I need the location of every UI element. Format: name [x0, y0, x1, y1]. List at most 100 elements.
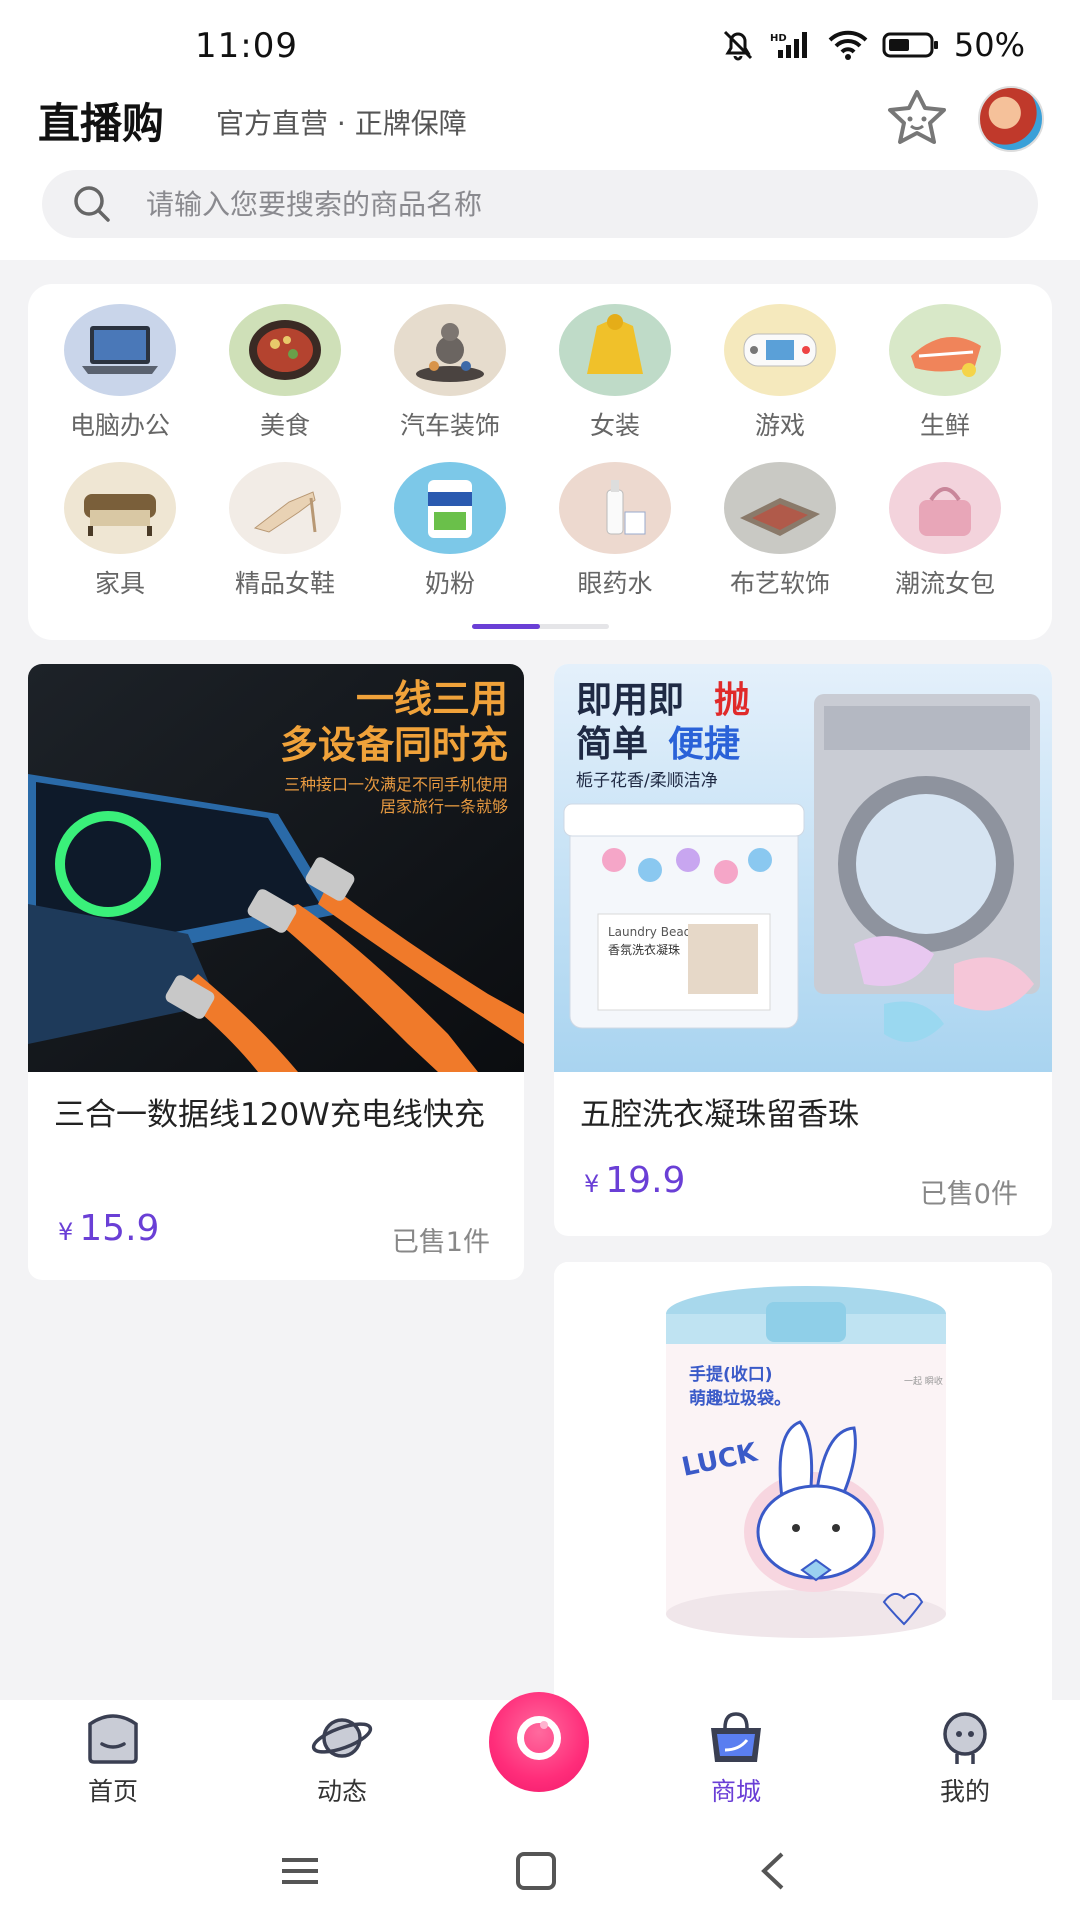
status-time: 11:09 [195, 26, 298, 66]
currency-symbol: ¥ [584, 1170, 600, 1198]
beads-headline-1b: 抛 [714, 680, 750, 721]
category-milk-powder[interactable]: 奶粉 [380, 462, 520, 600]
price-value: 19.9 [605, 1160, 686, 1201]
live-camera-icon [517, 1716, 561, 1760]
category-label: 布艺软饰 [729, 569, 830, 598]
category-fabric-decor[interactable]: 布艺软饰 [710, 462, 850, 600]
beads-headline-1a: 即用即 [576, 680, 684, 721]
category-games[interactable]: 游戏 [710, 304, 850, 442]
cable-headline-2: 多设备同时充 [280, 723, 508, 767]
planet-icon [311, 1718, 373, 1758]
profile-icon [943, 1712, 987, 1764]
wifi-icon [828, 30, 868, 60]
product-image-trash-bags: 手提(收口) 萌趣垃圾袋。 一起 瞬收 LUCK [554, 1262, 1052, 1700]
search-input[interactable] [146, 170, 1006, 238]
nav-label: 商城 [710, 1777, 761, 1806]
product-title: 三合一数据线120W充电线快充 [54, 1097, 485, 1133]
category-partial-2[interactable]: 宠 [1040, 462, 1052, 600]
shopping-bag-icon [711, 1712, 761, 1762]
category-furniture[interactable]: 家具 [50, 462, 190, 600]
category-eye-drops[interactable]: 眼药水 [545, 462, 685, 600]
category-womens-wear[interactable]: 女装 [545, 304, 685, 442]
mute-bell-icon [723, 30, 752, 61]
trash-bag-label-2: 萌趣垃圾袋。 [689, 1388, 791, 1409]
category-car-decor[interactable]: 汽车装饰 [380, 304, 520, 442]
product-image-laundry-beads: 即用即 抛 简单 便捷 栀子花香/柔顺洁净 Laundry Beads 香氛洗衣… [554, 664, 1052, 1072]
home-square-icon[interactable] [506, 1846, 566, 1896]
category-label: 游戏 [754, 411, 805, 440]
signal-icon: HD [770, 32, 807, 58]
avatar[interactable] [978, 86, 1044, 152]
category-label: 汽车装饰 [399, 411, 500, 440]
category-food[interactable]: 美食 [215, 304, 355, 442]
category-label: 奶粉 [424, 569, 475, 598]
category-label: 潮流女包 [894, 569, 995, 598]
product-title: 五腔洗衣凝珠留香珠 [580, 1097, 859, 1133]
product-card[interactable]: 一线三用 多设备同时充 三种接口一次满足不同手机使用 居家旅行一条就够 三合一数… [28, 664, 524, 1280]
currency-symbol: ¥ [58, 1218, 74, 1246]
category-label: 女装 [589, 411, 640, 440]
status-bar: 11:09 HD 50% [0, 0, 1080, 80]
sold-count: 已售0件 [919, 1179, 1018, 1210]
nav-home[interactable]: 首页 [53, 1710, 173, 1808]
page-indicator [472, 624, 609, 629]
milk-powder-image [394, 462, 506, 554]
category-womens-bags[interactable]: 潮流女包 [875, 462, 1015, 600]
fresh-food-image [889, 304, 1001, 396]
product-card[interactable]: 即用即 抛 简单 便捷 栀子花香/柔顺洁净 Laundry Beads 香氛洗衣… [554, 664, 1052, 1236]
page-subtitle: 官方直营 · 正牌保障 [216, 107, 467, 140]
category-label: 电脑办公 [69, 411, 170, 440]
product-card[interactable]: 手提(收口) 萌趣垃圾袋。 一起 瞬收 LUCK [554, 1262, 1052, 1700]
car-decor-image [394, 304, 506, 396]
nav-label: 我的 [939, 1777, 990, 1806]
home-icon [88, 1714, 138, 1764]
search-icon [74, 186, 110, 222]
sold-count: 已售1件 [391, 1227, 490, 1258]
trash-bag-side-label: 一起 瞬收 [904, 1375, 943, 1387]
category-label: 宠 [1040, 564, 1052, 600]
product-price: ¥15.9 [58, 1208, 159, 1249]
game-console-image [724, 304, 836, 396]
page-indicator-active [472, 624, 540, 629]
product-price: ¥19.9 [584, 1160, 685, 1201]
svg-text:HD: HD [770, 33, 787, 44]
handbag-image [889, 462, 1001, 554]
nav-profile[interactable]: 我的 [905, 1710, 1025, 1808]
nav-label: 动态 [316, 1777, 367, 1806]
category-partial[interactable]: 车 [1040, 304, 1052, 442]
nav-dynamic[interactable]: 动态 [282, 1710, 402, 1808]
category-label: 美食 [259, 411, 310, 440]
nav-mall[interactable]: 商城 [676, 1710, 796, 1808]
category-grid: 电脑办公 美食 汽车装饰 女装 游戏 生鲜 车 [28, 284, 1052, 640]
category-label: 车 [1040, 406, 1052, 442]
rug-image [724, 462, 836, 554]
category-label: 精品女鞋 [234, 569, 335, 598]
beads-headline-2a: 简单 [576, 724, 648, 765]
menu-icon[interactable] [270, 1846, 330, 1896]
category-label: 生鲜 [919, 411, 970, 440]
cable-line-1: 三种接口一次满足不同手机使用 [284, 775, 508, 794]
nav-label: 首页 [87, 1777, 138, 1806]
trash-bag-label-1: 手提(收口) [689, 1364, 773, 1385]
womens-wear-image [559, 304, 671, 396]
laptop-image [64, 304, 176, 396]
category-label: 家具 [94, 569, 145, 598]
status-icons: HD 50% [720, 26, 1025, 64]
category-label: 眼药水 [577, 569, 653, 598]
search-bar[interactable] [42, 170, 1038, 238]
star-icon[interactable] [884, 88, 950, 148]
product-image-cable: 一线三用 多设备同时充 三种接口一次满足不同手机使用 居家旅行一条就够 [28, 664, 524, 1072]
beads-box-label-en: Laundry Beads [608, 925, 698, 939]
furniture-image [64, 462, 176, 554]
battery-percent: 50% [953, 26, 1025, 64]
category-computer-office[interactable]: 电脑办公 [50, 304, 190, 442]
shoe-image [229, 462, 341, 554]
back-icon[interactable] [744, 1846, 804, 1896]
category-womens-shoes[interactable]: 精品女鞋 [215, 462, 355, 600]
cable-headline-1: 一线三用 [356, 677, 508, 721]
category-fresh[interactable]: 生鲜 [875, 304, 1015, 442]
beads-headline-2b: 便捷 [668, 724, 740, 765]
live-camera-button[interactable] [489, 1692, 589, 1792]
food-image [229, 304, 341, 396]
header: 直播购 官方直营 · 正牌保障 [0, 80, 1080, 260]
